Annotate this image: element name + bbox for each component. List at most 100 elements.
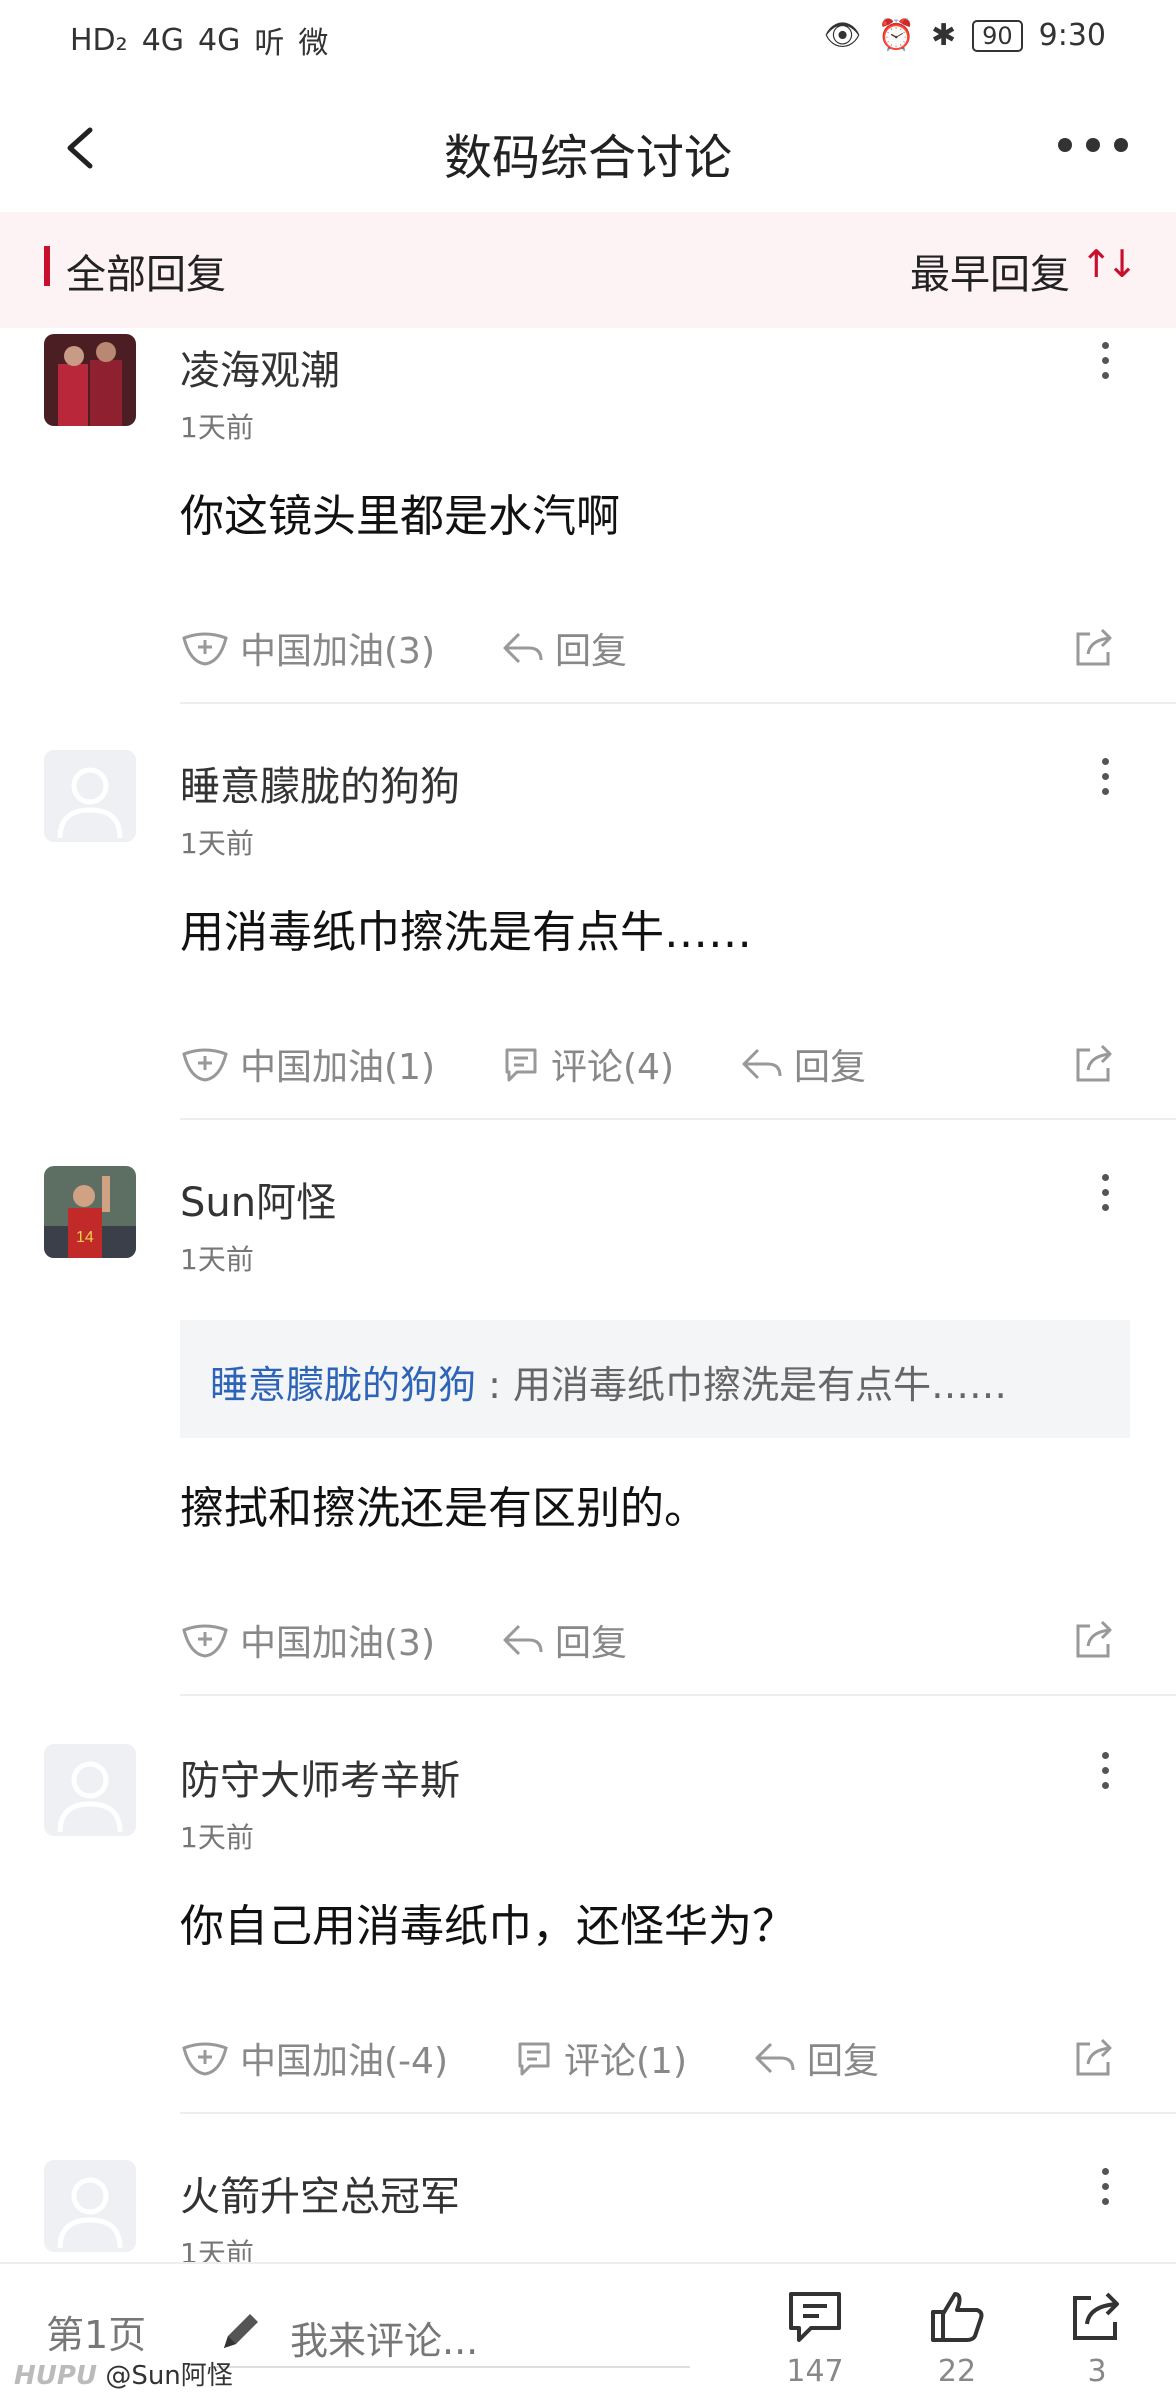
comment-bubble-icon — [518, 2042, 550, 2076]
pencil-icon — [224, 2314, 258, 2348]
bottom-bar: 第1页 我来评论... 147 22 3 HUPU @Sun阿怪 — [0, 2262, 1176, 2400]
share-icon — [1073, 2292, 1119, 2340]
quoted-text: : 用消毒纸巾擦洗是有点牛…… — [476, 1363, 1007, 1407]
watermark-user: @Sun阿怪 — [105, 2361, 233, 2391]
comment-text: 你自己用消毒纸巾，还怪华为？ — [180, 1901, 796, 1952]
username[interactable]: Sun阿怪 — [180, 1170, 336, 1228]
reply-icon — [755, 2042, 795, 2074]
divider — [180, 702, 1176, 704]
timestamp: 1天前 — [180, 827, 254, 860]
comment-text: 擦拭和擦洗还是有区别的。 — [180, 1483, 708, 1534]
battery-indicator: 90 — [972, 19, 1023, 52]
quoted-reply[interactable]: 睡意朦胧的狗狗 : 用消毒纸巾擦洗是有点牛…… — [180, 1320, 1130, 1438]
divider — [180, 1118, 1176, 1120]
share-icon[interactable] — [1070, 624, 1118, 672]
svg-text:14: 14 — [76, 1229, 94, 1246]
avatar[interactable] — [44, 334, 136, 426]
avatar[interactable] — [44, 750, 136, 842]
comment-input[interactable]: 我来评论... — [210, 2294, 690, 2368]
comment-input-placeholder: 我来评论... — [290, 2319, 479, 2363]
reply-label: 回复 — [555, 631, 628, 672]
more-options-icon[interactable] — [1058, 138, 1128, 158]
cheer-count: 中国加油(-4) — [240, 2041, 448, 2082]
sort-toggle-icon[interactable]: ↑↓ — [1080, 242, 1138, 286]
comment-actions: 中国加油(1) 评论(4) 回复 — [180, 1034, 932, 1094]
bluetooth-icon: ✱ — [930, 18, 957, 53]
username[interactable]: 火箭升空总冠军 — [180, 2164, 460, 2222]
cheer-button[interactable]: 中国加油(3) — [180, 622, 435, 674]
cheer-button[interactable]: 中国加油(3) — [180, 1614, 435, 1666]
like-button[interactable]: 22 — [912, 2288, 1002, 2389]
comment-item: 凌海观潮 1天前 你这镜头里都是水汽啊 中国加油(3) 回复 — [0, 330, 1176, 704]
eye-icon: 👁 — [823, 18, 862, 53]
shares-count: 3 — [1087, 2354, 1107, 2389]
reply-label: 回复 — [555, 1623, 628, 1664]
cheer-count: 中国加油(3) — [240, 631, 435, 672]
share-icon[interactable] — [1070, 1616, 1118, 1664]
sort-order-button[interactable]: 最早回复 — [910, 242, 1070, 300]
reply-button[interactable]: 回复 — [753, 2032, 879, 2084]
status-icons-right: 👁 ⏰ ✱ 90 9:30 — [823, 18, 1106, 53]
quoted-username[interactable]: 睡意朦胧的狗狗 — [210, 1363, 476, 1407]
comment-text: 你这镜头里都是水汽啊 — [180, 491, 620, 542]
reply-label: 回复 — [794, 1047, 867, 1088]
timestamp: 1天前 — [180, 1243, 254, 1276]
top-nav-bar: 数码综合讨论 — [0, 88, 1176, 208]
comments-count: 评论(1) — [564, 2041, 687, 2082]
reply-button[interactable]: 回复 — [501, 1614, 627, 1666]
comment-actions: 中国加油(3) 回复 — [180, 1610, 693, 1670]
wechat-icon: 微 — [298, 26, 329, 61]
cheer-icon — [182, 1048, 228, 1082]
comment-menu-icon[interactable] — [1102, 758, 1112, 795]
divider — [180, 2112, 1176, 2114]
status-bar: HD₂ 4G 4G 听 微 👁 ⏰ ✱ 90 9:30 — [0, 0, 1176, 72]
timestamp: 1天前 — [180, 1821, 254, 1854]
comment-item: 14 Sun阿怪 1天前 睡意朦胧的狗狗 : 用消毒纸巾擦洗是有点牛…… 擦拭和… — [0, 1162, 1176, 1696]
reply-icon — [503, 632, 543, 664]
clock: 9:30 — [1038, 18, 1106, 53]
cheer-button[interactable]: 中国加油(1) — [180, 1038, 435, 1090]
username[interactable]: 睡意朦胧的狗狗 — [180, 754, 460, 812]
reply-label: 回复 — [807, 2041, 880, 2082]
avatar[interactable] — [44, 1744, 136, 1836]
comment-item: 睡意朦胧的狗狗 1天前 用消毒纸巾擦洗是有点牛…… 中国加油(1) 评论(4) … — [0, 746, 1176, 1120]
hd-icon: HD₂ — [70, 22, 128, 58]
comments-button[interactable]: 评论(4) — [501, 1038, 674, 1090]
replies-section-header: 全部回复 最早回复 ↑↓ — [0, 212, 1176, 328]
comment-menu-icon[interactable] — [1102, 1174, 1112, 1211]
avatar[interactable] — [44, 2160, 136, 2252]
comments-button[interactable]: 评论(1) — [514, 2032, 687, 2084]
share-button[interactable]: 3 — [1052, 2288, 1142, 2389]
reply-button[interactable]: 回复 — [740, 1038, 866, 1090]
page-indicator[interactable]: 第1页 — [46, 2304, 146, 2359]
reply-icon — [742, 1048, 782, 1080]
cheer-icon — [182, 1624, 228, 1658]
thumbs-up-icon — [931, 2292, 984, 2342]
alarm-icon: ⏰ — [877, 18, 915, 53]
timestamp: 1天前 — [180, 2237, 254, 2262]
comment-item: 防守大师考辛斯 1天前 你自己用消毒纸巾，还怪华为？ 中国加油(-4) 评论(1… — [0, 1740, 1176, 2114]
username[interactable]: 凌海观潮 — [180, 338, 340, 396]
likes-count: 22 — [937, 2354, 977, 2389]
reply-icon — [503, 1624, 543, 1656]
comment-item: 火箭升空总冠军 1天前 — [0, 2156, 1176, 2262]
username[interactable]: 防守大师考辛斯 — [180, 1748, 460, 1806]
share-icon[interactable] — [1070, 2034, 1118, 2082]
cheer-icon — [182, 632, 228, 666]
cheer-button[interactable]: 中国加油(-4) — [180, 2032, 448, 2084]
status-icons-left: HD₂ 4G 4G 听 微 — [70, 18, 328, 62]
cheer-count: 中国加油(3) — [240, 1623, 435, 1664]
watermark: HUPU @Sun阿怪 — [14, 2355, 233, 2392]
comment-menu-icon[interactable] — [1102, 2168, 1112, 2205]
section-accent-bar — [44, 246, 50, 286]
comment-text: 用消毒纸巾擦洗是有点牛…… — [180, 907, 752, 958]
avatar[interactable]: 14 — [44, 1166, 136, 1258]
app-notification-icon: 听 — [254, 26, 285, 61]
page-title: 数码综合讨论 — [443, 130, 732, 186]
comment-menu-icon[interactable] — [1102, 1752, 1112, 1789]
share-icon[interactable] — [1070, 1040, 1118, 1088]
reply-button[interactable]: 回复 — [501, 622, 627, 674]
comment-menu-icon[interactable] — [1102, 342, 1112, 379]
comments-count: 评论(4) — [551, 1047, 674, 1088]
comments-count-button[interactable]: 147 — [770, 2288, 860, 2389]
